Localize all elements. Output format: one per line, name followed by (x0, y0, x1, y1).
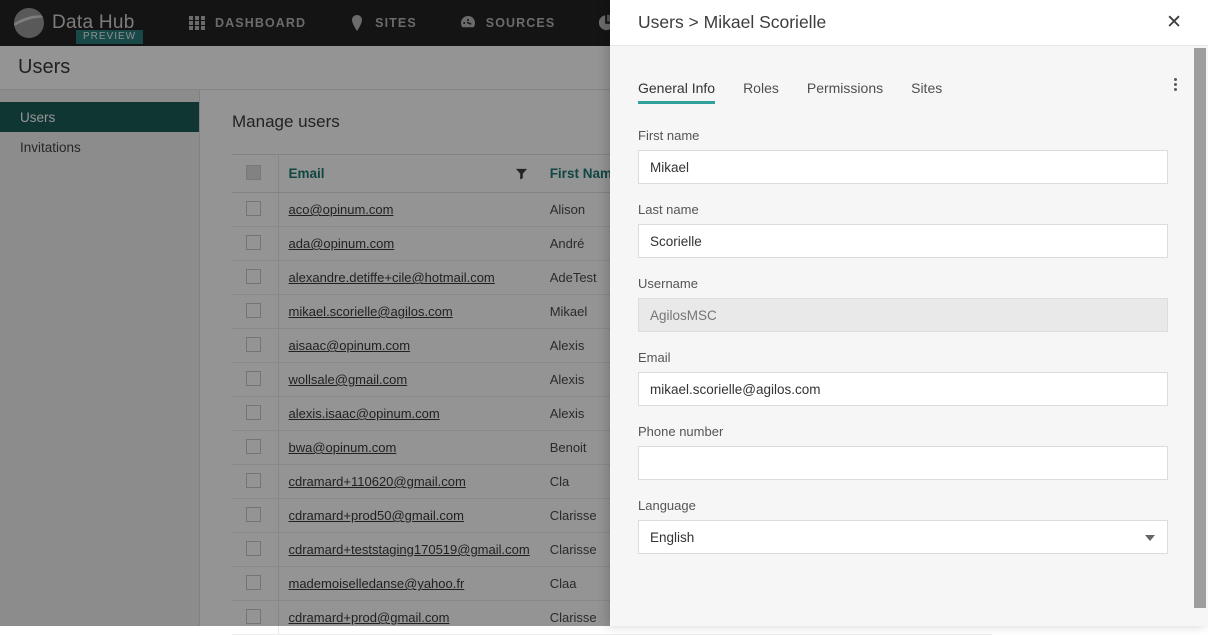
more-options-icon[interactable] (1171, 75, 1180, 94)
tab-general-info[interactable]: General Info (638, 80, 715, 104)
scrollbar-thumb[interactable] (1194, 48, 1206, 608)
email-label: Email (638, 350, 1186, 365)
tab-permissions[interactable]: Permissions (807, 80, 883, 104)
panel-header: Users > Mikael Scorielle ✕ (610, 0, 1208, 46)
field-first-name: First name (638, 128, 1186, 184)
tab-roles[interactable]: Roles (743, 80, 779, 104)
field-phone-number: Phone number (638, 424, 1186, 480)
panel-tabs: General Info Roles Permissions Sites (610, 46, 1186, 104)
tab-label: General Info (638, 80, 715, 96)
tab-label: Sites (911, 80, 942, 96)
phone-number-label: Phone number (638, 424, 1186, 439)
first-name-label: First name (638, 128, 1186, 143)
phone-number-input[interactable] (638, 446, 1168, 480)
tab-label: Roles (743, 80, 779, 96)
last-name-input[interactable] (638, 224, 1168, 258)
field-username: Username (638, 276, 1186, 332)
first-name-input[interactable] (638, 150, 1168, 184)
language-select-wrap (638, 520, 1168, 554)
language-select[interactable] (638, 520, 1168, 554)
field-language: Language (638, 498, 1186, 554)
panel-scrollbar[interactable] (1192, 46, 1208, 626)
user-detail-panel: Users > Mikael Scorielle ✕ General Info … (610, 0, 1208, 626)
email-input[interactable] (638, 372, 1168, 406)
username-label: Username (638, 276, 1186, 291)
breadcrumb: Users > Mikael Scorielle (638, 12, 826, 33)
panel-scroll-area: General Info Roles Permissions Sites Fir… (610, 46, 1208, 626)
field-last-name: Last name (638, 202, 1186, 258)
tab-label: Permissions (807, 80, 883, 96)
close-icon[interactable]: ✕ (1162, 11, 1186, 34)
language-label: Language (638, 498, 1186, 513)
username-input (638, 298, 1168, 332)
tab-sites[interactable]: Sites (911, 80, 942, 104)
modal-dim-overlay[interactable] (0, 0, 610, 626)
field-email: Email (638, 350, 1186, 406)
general-info-form: First name Last name Username Email Phon… (610, 104, 1186, 554)
last-name-label: Last name (638, 202, 1186, 217)
